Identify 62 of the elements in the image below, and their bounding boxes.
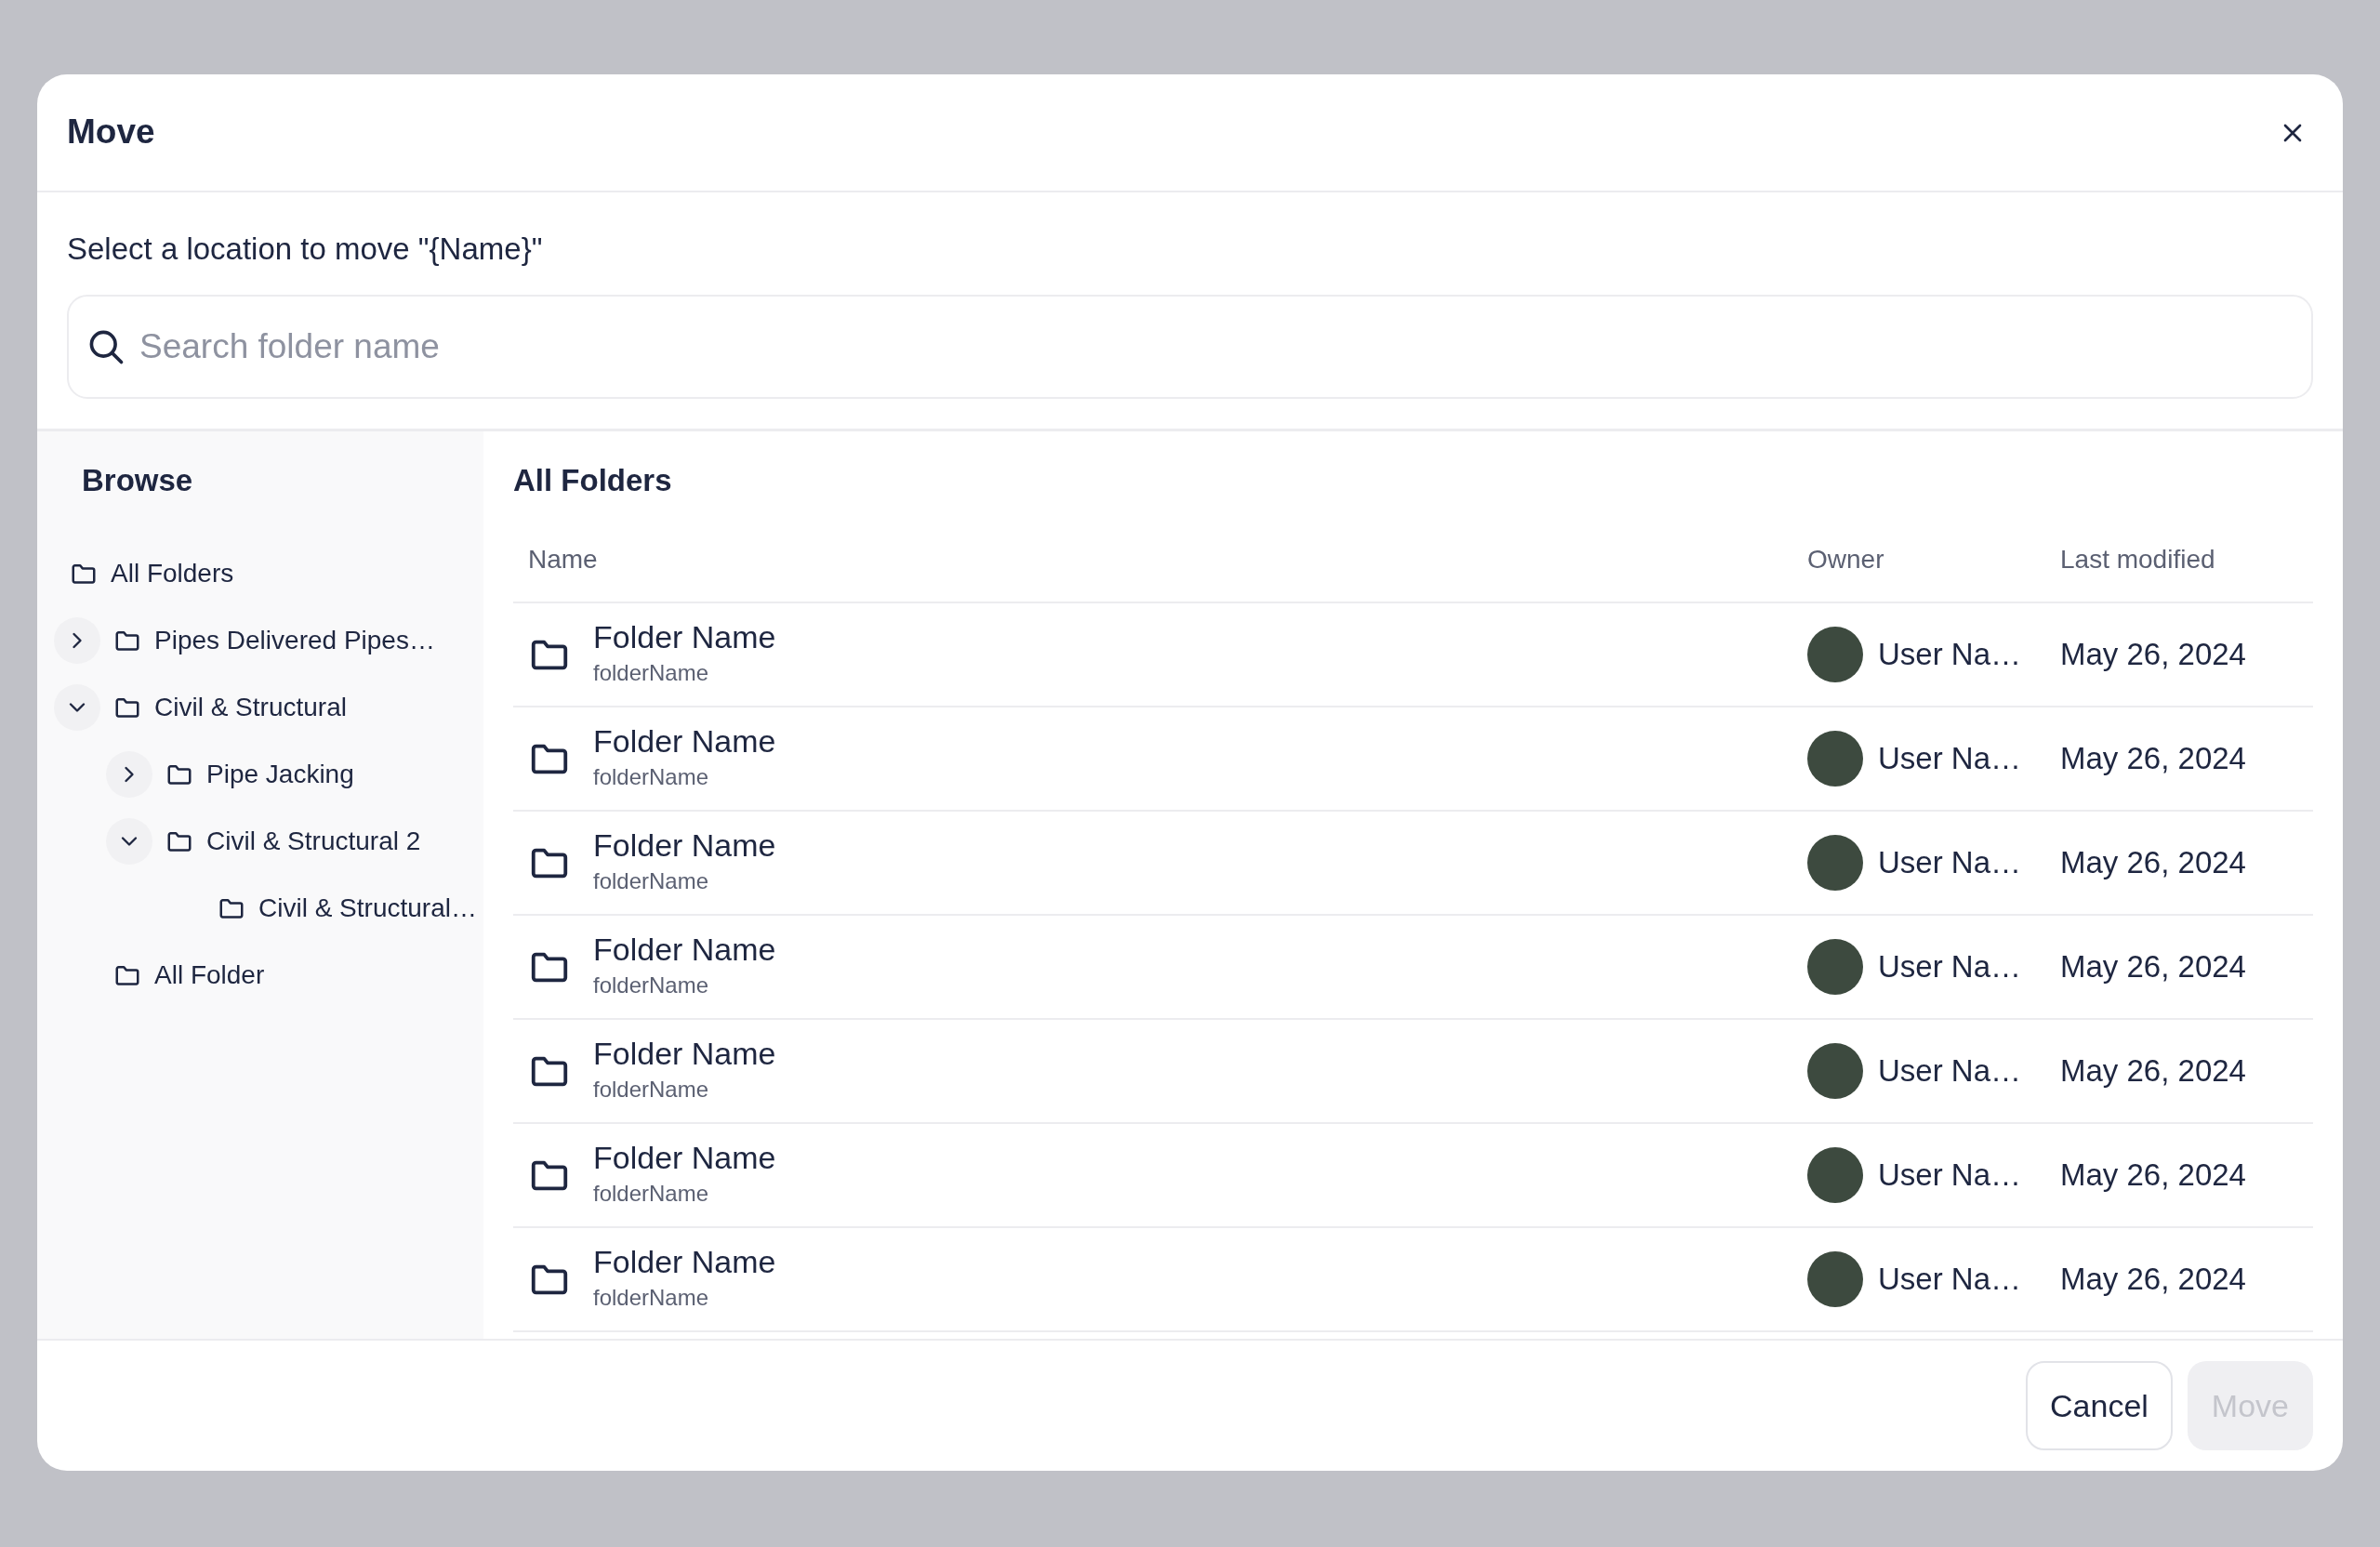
expand-toggle[interactable] — [54, 684, 100, 731]
cancel-button[interactable]: Cancel — [2026, 1361, 2173, 1450]
owner-name: User Na… — [1878, 740, 2022, 778]
folder-name: Folder Name — [593, 1036, 776, 1073]
tree-item[interactable]: All Folder — [154, 956, 265, 995]
folder-subname: folderName — [593, 971, 710, 999]
prompt-text: Select a location to move "{Name}" — [67, 231, 544, 268]
folder-name: Folder Name — [593, 1140, 776, 1177]
table-row[interactable]: Folder Name folderName User Na… May 26, 2024 — [513, 1020, 2313, 1124]
folder-subname: folderName — [593, 762, 710, 791]
folder-subname: folderName — [593, 658, 710, 687]
tree-item[interactable]: Civil & Structural — [154, 688, 347, 727]
owner-name: User Na… — [1878, 844, 2022, 882]
column-header: Name — [528, 545, 598, 574]
folder-name: Folder Name — [593, 827, 776, 865]
table-row[interactable]: Folder Name folderName User Na… May 26, 2024 — [513, 603, 2313, 707]
modified-date: May 26, 2024 — [2060, 741, 2246, 776]
expand-toggle[interactable] — [54, 617, 100, 664]
folder-subname: folderName — [593, 1179, 710, 1208]
modified-date: May 26, 2024 — [2060, 1262, 2246, 1297]
folder-subname: folderName — [593, 1283, 710, 1312]
folder-name: Folder Name — [593, 932, 776, 969]
modified-date: May 26, 2024 — [2060, 637, 2246, 672]
modified-date: May 26, 2024 — [2060, 949, 2246, 985]
avatar — [1807, 1251, 1863, 1307]
owner-name: User Na… — [1878, 948, 2022, 986]
tree-item[interactable]: Pipe Jacking — [206, 755, 354, 794]
table-row[interactable]: Folder Name folderName User Na… May 26, 2024 — [513, 1124, 2313, 1228]
folder-subname: folderName — [593, 866, 710, 895]
avatar — [1807, 627, 1863, 682]
folder-name: Folder Name — [593, 723, 776, 760]
avatar — [1807, 731, 1863, 787]
dialog-title: Move — [67, 112, 155, 153]
sidebar-title: Browse — [82, 461, 194, 499]
avatar — [1807, 1043, 1863, 1099]
section-title: All Folders — [513, 461, 673, 499]
column-header: Last modified — [2060, 545, 2215, 574]
owner-name: User Na… — [1878, 1261, 2022, 1299]
owner-name: User Na… — [1878, 1052, 2022, 1091]
expand-toggle[interactable] — [106, 751, 152, 798]
tree-item[interactable]: All Folders — [111, 554, 234, 593]
tree-item[interactable]: Pipes Delivered Pipes… — [154, 621, 435, 660]
owner-name: User Na… — [1878, 1157, 2022, 1195]
expand-toggle[interactable] — [106, 818, 152, 865]
modified-date: May 26, 2024 — [2060, 845, 2246, 880]
avatar — [1807, 835, 1863, 891]
owner-name: User Na… — [1878, 636, 2022, 674]
column-header: Owner — [1807, 545, 1884, 574]
tree-item[interactable]: Civil & Structural 2 — [206, 822, 421, 861]
folder-subname: folderName — [593, 1075, 710, 1104]
search-field[interactable]: Search folder name — [67, 294, 2313, 399]
avatar — [1807, 939, 1863, 995]
tree-item[interactable]: Civil & Structural… — [258, 889, 477, 928]
folder-name: Folder Name — [593, 1244, 776, 1281]
folder-name: Folder Name — [593, 619, 776, 656]
table-row[interactable]: Folder Name folderName User Na… May 26, 2024 — [513, 1228, 2313, 1332]
modified-date: May 26, 2024 — [2060, 1157, 2246, 1193]
table-row[interactable]: Folder Name folderName User Na… May 26, 2024 — [513, 916, 2313, 1020]
modified-date: May 26, 2024 — [2060, 1053, 2246, 1089]
avatar — [1807, 1147, 1863, 1203]
table-row[interactable]: Folder Name folderName User Na… May 26, 2024 — [513, 812, 2313, 916]
table-row[interactable]: Folder Name folderName User Na… May 26, 2024 — [513, 707, 2313, 812]
